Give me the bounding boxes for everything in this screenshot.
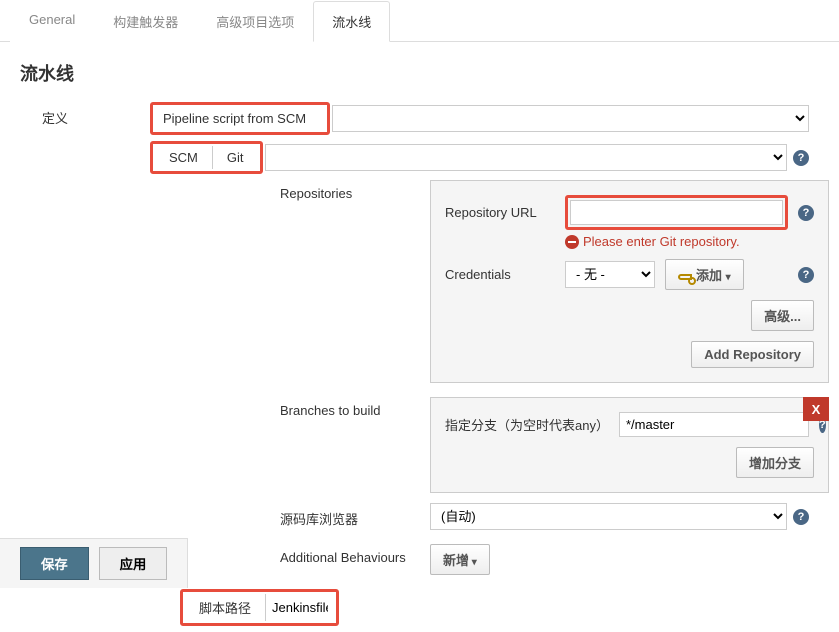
scm-value-display: Git <box>213 146 258 169</box>
credentials-add-button[interactable]: 添加 <box>665 259 744 290</box>
definition-value-display: Pipeline script from SCM <box>155 107 325 130</box>
repo-url-input[interactable] <box>570 200 783 225</box>
branches-label: Branches to build <box>280 397 430 424</box>
tab-pipeline[interactable]: 流水线 <box>313 1 390 42</box>
add-repository-button[interactable]: Add Repository <box>691 341 814 368</box>
help-icon[interactable]: ? <box>798 205 814 221</box>
scm-select[interactable] <box>265 144 787 171</box>
error-icon <box>565 235 579 249</box>
behaviours-add-button[interactable]: 新增 <box>430 544 490 575</box>
apply-button[interactable]: 应用 <box>99 547 168 580</box>
repository-box: Repository URL ? Please enter Git reposi… <box>430 180 829 383</box>
credentials-label: Credentials <box>445 267 555 282</box>
credentials-select[interactable]: - 无 - <box>565 261 655 288</box>
branch-delete-button[interactable]: X <box>803 397 829 421</box>
help-icon[interactable]: ? <box>798 267 814 283</box>
branch-spec-label: 指定分支（为空时代表any） <box>445 415 609 434</box>
definition-label: 定义 <box>0 102 150 133</box>
script-path-input[interactable] <box>266 594 334 621</box>
tab-triggers[interactable]: 构建触发器 <box>94 1 197 42</box>
tab-advanced[interactable]: 高级项目选项 <box>197 1 313 42</box>
repo-url-label: Repository URL <box>445 205 555 220</box>
browser-select[interactable]: (自动) <box>430 503 787 530</box>
help-icon[interactable]: ? <box>793 509 809 525</box>
key-icon <box>678 274 692 280</box>
branch-box: X 指定分支（为空时代表any） ? 增加分支 <box>430 397 829 493</box>
config-tabs: General 构建触发器 高级项目选项 流水线 <box>0 0 839 42</box>
tab-general[interactable]: General <box>10 1 94 42</box>
scm-label: SCM <box>155 146 213 169</box>
script-path-label: 脚本路径 <box>185 594 266 621</box>
behaviours-label: Additional Behaviours <box>280 544 430 571</box>
help-icon[interactable]: ? <box>793 150 809 166</box>
browser-label: 源码库浏览器 <box>280 503 430 534</box>
branch-spec-input[interactable] <box>619 412 809 437</box>
repo-url-error: Please enter Git repository. <box>565 234 814 249</box>
save-button[interactable]: 保存 <box>20 547 89 580</box>
definition-select[interactable] <box>332 105 809 132</box>
section-title: 流水线 <box>0 42 839 96</box>
repositories-label: Repositories <box>280 180 430 207</box>
footer-actions: 保存 应用 <box>0 538 188 588</box>
add-branch-button[interactable]: 增加分支 <box>736 447 814 478</box>
repo-advanced-button[interactable]: 高级... <box>751 300 814 331</box>
